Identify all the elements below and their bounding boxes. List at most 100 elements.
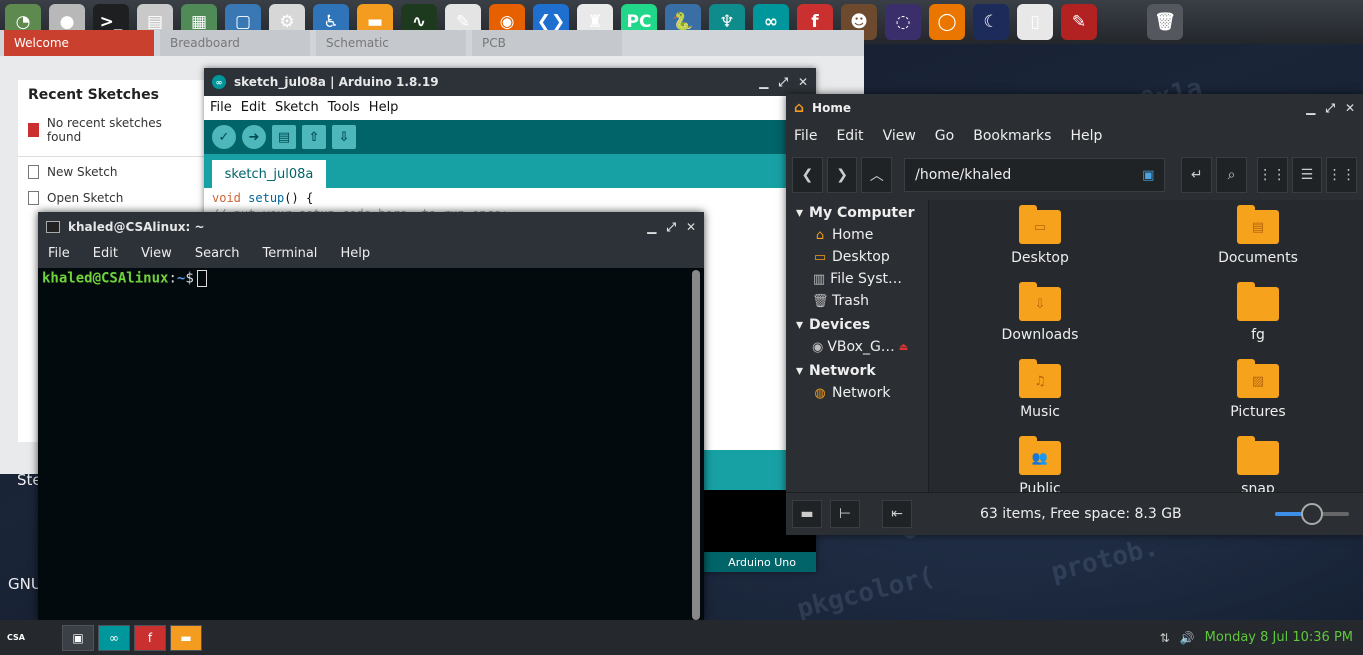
maximize-icon[interactable]: ⤢ [1325, 101, 1335, 116]
menu-terminal[interactable]: Terminal [262, 246, 317, 264]
zoom-slider-knob[interactable] [1301, 503, 1323, 525]
menu-go[interactable]: Go [935, 128, 954, 146]
arduino-titlebar[interactable]: ∞ sketch_jul08a | Arduino 1.8.19 ▁ ⤢ ✕ [204, 68, 816, 96]
zoom-slider[interactable] [1275, 503, 1349, 525]
tab-welcome[interactable]: Welcome [4, 30, 154, 56]
up-button[interactable]: ︿ [861, 157, 893, 193]
menu-file[interactable]: File [210, 100, 232, 116]
launcher-item[interactable]: ☾ [970, 2, 1012, 42]
show-places-button[interactable]: ▬ [792, 500, 822, 528]
arduino-toolbar: ✓ ➜ ▤ ⇧ ⇩ [204, 120, 816, 154]
terminal-scrollbar[interactable] [692, 270, 700, 620]
verify-button[interactable]: ✓ [212, 125, 236, 149]
menu-sketch[interactable]: Sketch [275, 100, 319, 116]
sidebar-item-network[interactable]: ◍ Network [786, 382, 928, 404]
sidebar-item-desktop[interactable]: ▭ Desktop [786, 246, 928, 268]
maximize-icon[interactable]: ⤢ [666, 220, 676, 235]
sidebar-item-vbox[interactable]: ◉ VBox_G… ⏏ [786, 336, 928, 358]
location-bar[interactable]: /home/khaled ▣ [904, 158, 1166, 192]
toggle-location-icon[interactable]: ▣ [1142, 168, 1154, 183]
launcher-item[interactable]: ◌ [882, 2, 924, 42]
folder-item[interactable]: ▤ Documents [1193, 205, 1323, 266]
no-recent-label: No recent sketches found [46, 116, 162, 144]
fritzing-tabbar: Welcome Breadboard Schematic PCB [0, 30, 864, 56]
list-view-button[interactable]: ☰ [1291, 157, 1323, 193]
launcher-item[interactable]: ✎ [1058, 2, 1100, 42]
hide-sidebar-button[interactable]: ⇤ [882, 500, 912, 528]
menu-help[interactable]: Help [369, 100, 399, 116]
volume-icon[interactable]: 🔊 [1180, 631, 1195, 645]
arduino-tabbar: sketch_jul08a [204, 154, 816, 188]
menu-tools[interactable]: Tools [328, 100, 360, 116]
close-icon[interactable]: ✕ [1345, 101, 1355, 116]
menu-edit[interactable]: Edit [836, 128, 863, 146]
taskbar-fritzing-button[interactable]: f [134, 624, 166, 651]
taskbar-terminal-button[interactable]: ▣ [62, 624, 94, 651]
new-sketch-link[interactable]: New Sketch [18, 159, 208, 185]
tab-breadboard[interactable]: Breadboard [160, 30, 310, 56]
folder-label: fg [1251, 327, 1265, 343]
upload-button[interactable]: ➜ [242, 125, 266, 149]
show-tree-button[interactable]: ⊢ [830, 500, 860, 528]
new-sketch-button[interactable]: ▤ [272, 125, 296, 149]
maximize-icon[interactable]: ⤢ [778, 75, 788, 90]
folder-item[interactable]: ⇩ Downloads [975, 282, 1105, 343]
terminal-output[interactable]: khaled@CSAlinux:~$ [38, 268, 704, 620]
sketch-tab[interactable]: sketch_jul08a [212, 160, 326, 188]
close-icon[interactable]: ✕ [798, 75, 808, 90]
minimize-icon[interactable]: ▁ [1306, 101, 1315, 116]
menu-edit[interactable]: Edit [241, 100, 266, 116]
network-status-icon[interactable]: ⇅ [1160, 631, 1170, 645]
menu-bookmarks[interactable]: Bookmarks [973, 128, 1051, 146]
folder-item[interactable]: ♫ Music [975, 359, 1105, 420]
menu-search[interactable]: Search [195, 246, 240, 264]
menu-edit[interactable]: Edit [93, 246, 118, 264]
compact-view-button[interactable]: ⋮⋮ [1326, 157, 1358, 193]
tab-pcb[interactable]: PCB [472, 30, 622, 56]
open-sketch-button[interactable]: ⇧ [302, 125, 326, 149]
minimize-icon[interactable]: ▁ [759, 75, 768, 90]
folder-item[interactable]: ▭ Desktop [975, 205, 1105, 266]
minimize-icon[interactable]: ▁ [647, 220, 656, 235]
menu-view[interactable]: View [883, 128, 916, 146]
sidebar-item-label: Desktop [832, 249, 890, 265]
sidebar-item-trash[interactable]: 🗑 Trash [786, 290, 928, 312]
launcher-item[interactable]: ▯ [1014, 2, 1056, 42]
menu-file[interactable]: File [794, 128, 817, 146]
sidebar-item-filesystem[interactable]: ▥ File Syst… [786, 268, 928, 290]
save-sketch-button[interactable]: ⇩ [332, 125, 356, 149]
menu-help[interactable]: Help [1070, 128, 1102, 146]
icon-view-button[interactable]: ⋮⋮ [1256, 157, 1288, 193]
taskbar-files-button[interactable]: ▬ [170, 624, 202, 651]
menu-view[interactable]: View [141, 246, 172, 264]
csa-logo[interactable]: CSA [4, 626, 28, 650]
launcher-item[interactable]: 🗑 [1144, 2, 1186, 42]
section-devices[interactable]: ▾ Devices [786, 314, 928, 336]
terminal-titlebar[interactable]: khaled@CSAlinux: ~ ▁ ⤢ ✕ [38, 212, 704, 242]
eject-icon[interactable]: ⏏ [899, 342, 914, 353]
tab-schematic[interactable]: Schematic [316, 30, 466, 56]
clock[interactable]: Monday 8 Jul 10:36 PM [1205, 630, 1353, 645]
folder-item[interactable]: fg [1193, 282, 1323, 343]
menu-help[interactable]: Help [340, 246, 370, 264]
section-my-computer[interactable]: ▾ My Computer [786, 202, 928, 224]
forward-button[interactable]: ❯ [826, 157, 858, 193]
back-button[interactable]: ❮ [792, 157, 823, 193]
folder-label: Music [1020, 404, 1060, 420]
open-sketch-link[interactable]: Open Sketch [18, 185, 208, 211]
menu-file[interactable]: File [48, 246, 70, 264]
open-terminal-button[interactable]: ↵ [1181, 157, 1213, 193]
section-network[interactable]: ▾ Network [786, 360, 928, 382]
folder-item[interactable]: ▨ Pictures [1193, 359, 1323, 420]
divider [18, 156, 208, 157]
file-grid: ▭ Desktop ▤ Documents ⇩ Downloads fg ♫ Music ▨ Pic… [928, 200, 1363, 492]
search-button[interactable]: ⌕ [1216, 157, 1247, 193]
close-icon[interactable]: ✕ [686, 220, 696, 235]
launcher-item[interactable]: ◯ [926, 2, 968, 42]
terminal-menubar: File Edit View Search Terminal Help [38, 242, 704, 268]
sidebar-item-home[interactable]: ⌂ Home [786, 224, 928, 246]
files-titlebar[interactable]: ⌂ Home ▁ ⤢ ✕ [786, 94, 1363, 122]
taskbar-arduino-button[interactable]: ∞ [98, 624, 130, 651]
folder-item[interactable]: 👥 Public [975, 436, 1105, 492]
folder-item[interactable]: snap [1193, 436, 1323, 492]
